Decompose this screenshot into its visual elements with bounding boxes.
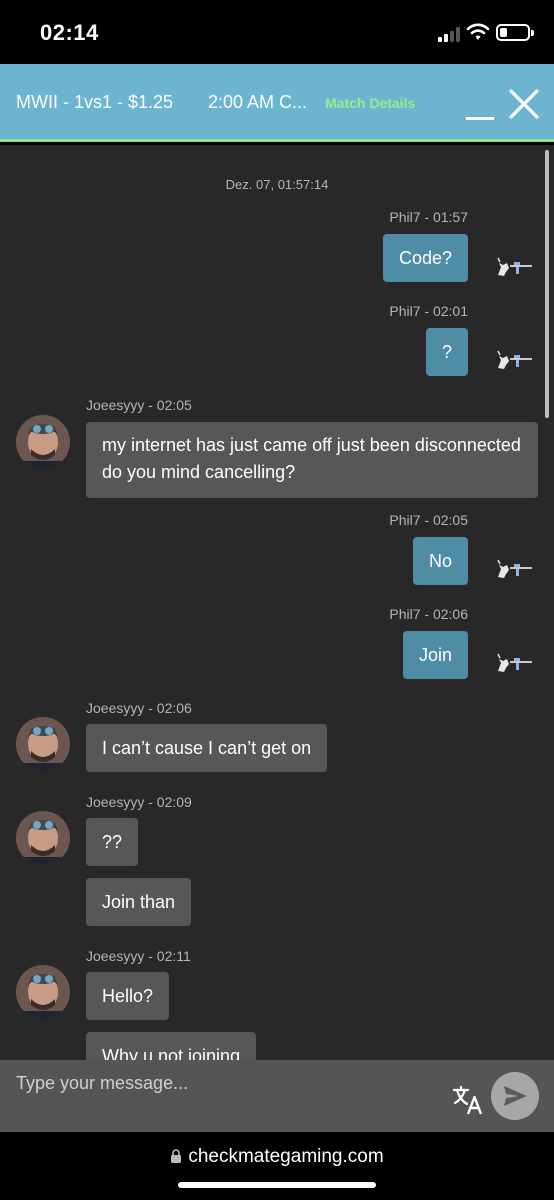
outgoing-message: ?: [425, 328, 468, 376]
date-stamp: Dez. 07, 01:57:14: [225, 177, 329, 192]
incoming-message: my internet has just came off just been …: [86, 422, 538, 498]
send-icon: [504, 1086, 527, 1106]
user-avatar: [16, 811, 70, 865]
message-meta: Phil7 - 01:57: [389, 209, 468, 225]
incoming-message: ??: [86, 818, 139, 866]
chat-scrollbar[interactable]: [545, 150, 549, 418]
message-meta: Joeesyyy - 02:09: [86, 794, 192, 810]
match-title: MWII - 1vs1 - $1.25: [16, 92, 174, 112]
close-icon[interactable]: [508, 88, 540, 120]
signal-icon: [438, 26, 462, 42]
match-time: 2:00 AM C...: [208, 92, 308, 112]
message-meta: Phil7 - 02:01: [389, 303, 468, 319]
message-input-bar: [0, 1060, 554, 1132]
message-meta: Joeesyyy - 02:11: [86, 948, 191, 964]
home-indicator[interactable]: [178, 1182, 376, 1188]
incoming-message: Join than: [86, 878, 192, 926]
unicorn-sniper-icon: [497, 653, 532, 672]
url-display[interactable]: checkmategaming.com: [0, 1146, 554, 1168]
outgoing-message: Code?: [382, 234, 468, 282]
chat-messages[interactable]: Dez. 07, 01:57:14 Phil7 - 01:57 Code? Ph…: [0, 145, 554, 1060]
unicorn-sniper-icon: [497, 559, 532, 578]
browser-url-bar: checkmategaming.com: [0, 1132, 554, 1200]
translate-icon[interactable]: [452, 1084, 484, 1116]
minimize-icon[interactable]: [466, 96, 494, 120]
message-meta: Joeesyyy - 02:06: [86, 700, 192, 716]
incoming-message: Why u not joining: [86, 1032, 257, 1060]
incoming-message: I can’t cause I can’t get on: [86, 724, 328, 772]
user-avatar: [16, 717, 70, 771]
outgoing-message: No: [412, 537, 468, 585]
send-button[interactable]: [491, 1072, 539, 1120]
unicorn-sniper-icon: [497, 350, 532, 369]
battery-icon: [496, 24, 534, 41]
status-bar: 02:14: [0, 0, 554, 64]
match-details-link[interactable]: Match Details: [325, 95, 415, 111]
message-meta: Phil7 - 02:06: [389, 606, 468, 622]
message-meta: Joeesyyy - 02:05: [86, 397, 192, 413]
status-time: 02:14: [40, 20, 99, 45]
outgoing-message: Join: [402, 631, 468, 679]
user-avatar: [16, 965, 70, 1019]
message-meta: Phil7 - 02:05: [389, 512, 468, 528]
unicorn-sniper-icon: [497, 257, 532, 276]
url-text: checkmategaming.com: [188, 1146, 384, 1167]
incoming-message: Hello?: [86, 972, 170, 1020]
chat-header: MWII - 1vs1 - $1.25 2:00 AM C... Match D…: [0, 64, 554, 142]
user-avatar: [16, 415, 70, 469]
message-input[interactable]: [0, 1060, 440, 1132]
wifi-icon: [466, 23, 490, 40]
lock-icon: [171, 1149, 182, 1163]
